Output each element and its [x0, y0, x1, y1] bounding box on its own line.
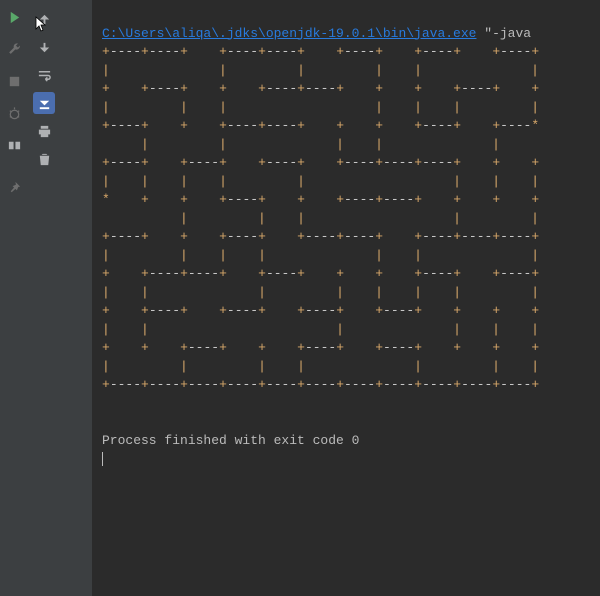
- console-output[interactable]: C:\Users\aliqa\.jdks\openjdk-19.0.1\bin\…: [92, 0, 600, 596]
- down-stack-button[interactable]: [33, 36, 55, 58]
- clear-button[interactable]: [33, 148, 55, 170]
- arrow-down-icon: [37, 40, 52, 55]
- pin-button[interactable]: [3, 176, 25, 198]
- run-button[interactable]: [3, 6, 25, 28]
- exit-status: Process finished with exit code 0: [102, 432, 600, 451]
- soft-wrap-icon: [37, 68, 52, 83]
- run-toolbar-col2: [28, 0, 61, 596]
- command-tail: "-java: [476, 26, 531, 41]
- run-toolbar-col1: [0, 0, 29, 596]
- soft-wrap-button[interactable]: [33, 64, 55, 86]
- stop-button[interactable]: [3, 70, 25, 92]
- play-icon: [7, 10, 22, 25]
- print-button[interactable]: [33, 120, 55, 142]
- command-link[interactable]: C:\Users\aliqa\.jdks\openjdk-19.0.1\bin\…: [102, 26, 476, 41]
- pin-icon: [7, 180, 22, 195]
- maze-output: +----+----+ +----+----+ +----+ +----+ +-…: [102, 43, 600, 395]
- scroll-to-end-button[interactable]: [33, 92, 55, 114]
- print-icon: [37, 124, 52, 139]
- layout-button[interactable]: [3, 134, 25, 156]
- arrow-up-icon: [37, 12, 52, 27]
- up-stack-button[interactable]: [33, 8, 55, 30]
- wrench-icon: [7, 42, 22, 57]
- console-gutter: [60, 0, 93, 596]
- scroll-to-end-icon: [37, 96, 52, 111]
- build-button[interactable]: [3, 38, 25, 60]
- layout-icon: [7, 138, 22, 153]
- debug-icon: [7, 106, 22, 121]
- stop-icon: [7, 74, 22, 89]
- trash-icon: [37, 152, 52, 167]
- caret: [102, 452, 103, 466]
- debug-button[interactable]: [3, 102, 25, 124]
